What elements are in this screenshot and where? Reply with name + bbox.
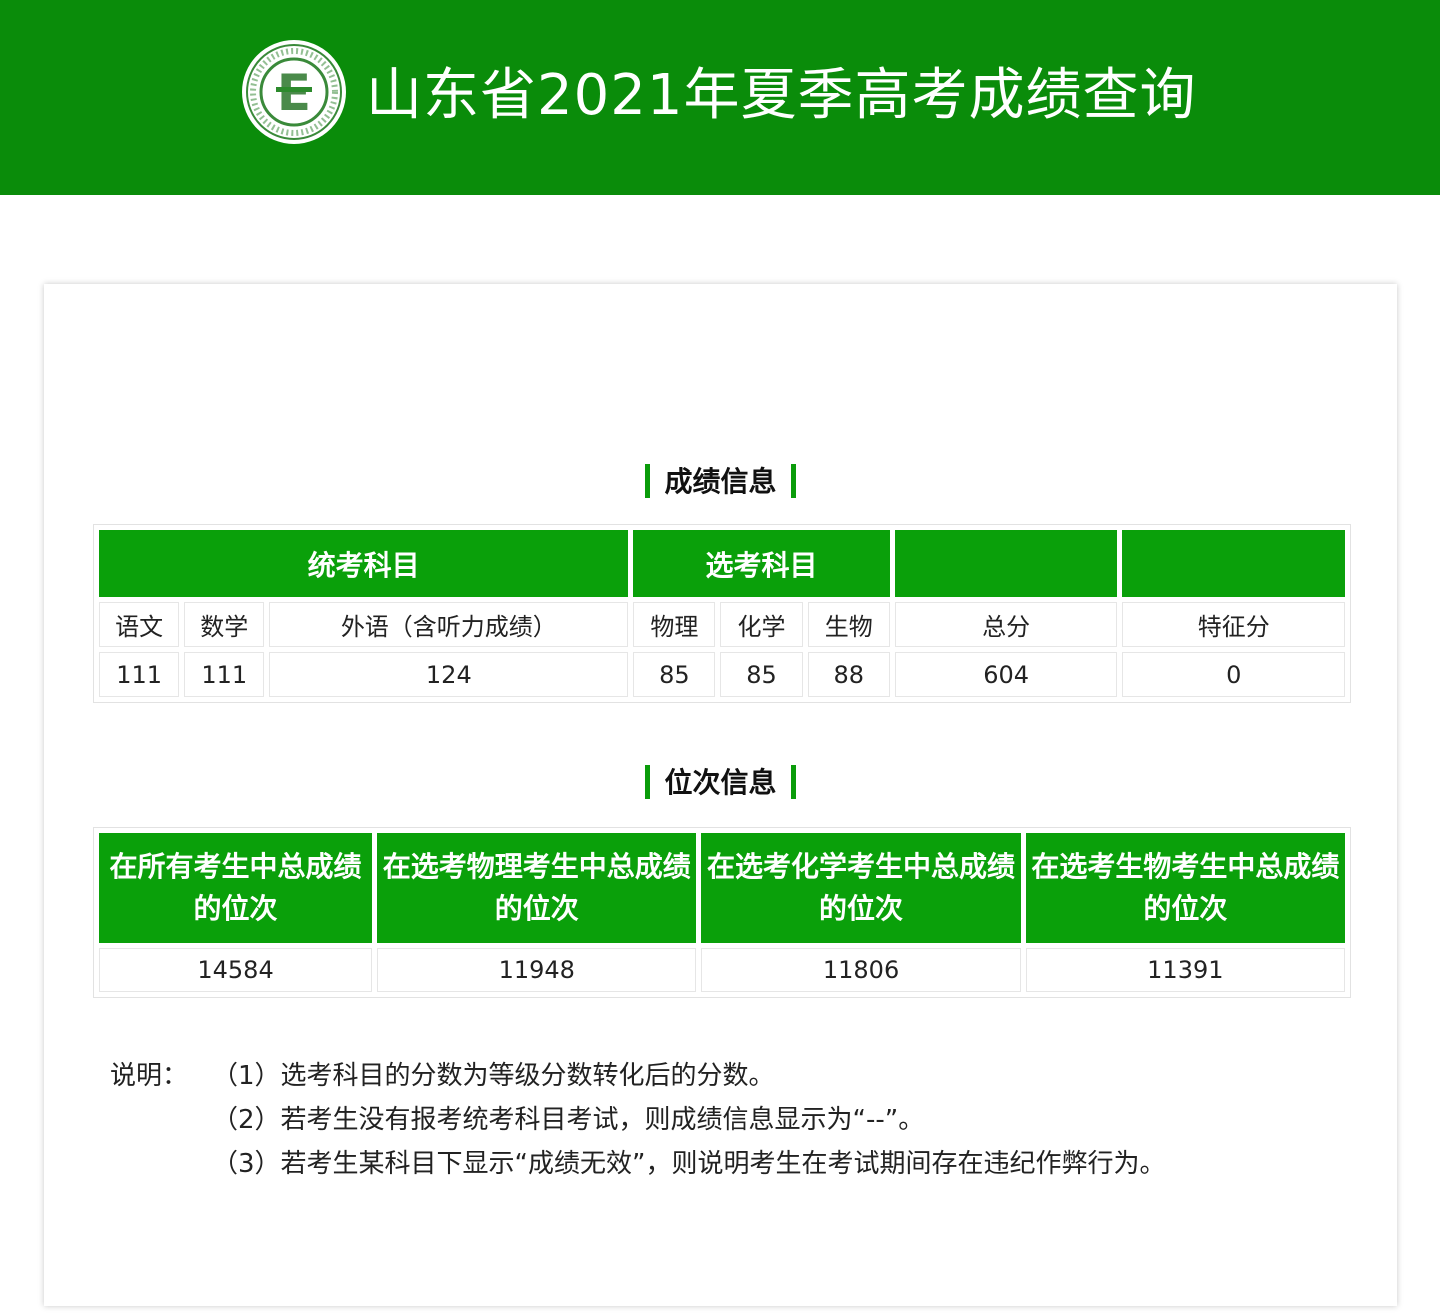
rank-chemistry-header: 在选考化学考生中总成绩的位次 <box>701 833 1021 943</box>
note-row-2: （2）若考生没有报考统考科目考试，则成绩信息显示为“--”。 <box>110 1098 1165 1142</box>
total-group-header <box>894 530 1118 597</box>
rank-section-heading: 位次信息 <box>44 763 1397 803</box>
score-math: 111 <box>184 652 265 697</box>
heading-bar-right <box>790 765 796 799</box>
col-total: 总分 <box>894 602 1118 647</box>
score-feature: 0 <box>1122 652 1345 697</box>
rank-physics-value: 11948 <box>377 948 697 992</box>
score-total: 604 <box>894 652 1118 697</box>
unified-subjects-header: 统考科目 <box>99 530 629 597</box>
note-row-3: （3）若考生某科目下显示“成绩无效”，则说明考生在考试期间存在违纪作弊行为。 <box>110 1142 1165 1186</box>
col-feature-score: 特征分 <box>1122 602 1345 647</box>
col-biology: 生物 <box>807 602 890 647</box>
heading-bar-left <box>645 464 651 498</box>
score-chemistry: 85 <box>720 652 803 697</box>
rank-chemistry-value: 11806 <box>701 948 1021 992</box>
col-physics: 物理 <box>633 602 716 647</box>
elective-subjects-header: 选考科目 <box>633 530 890 597</box>
notes-label: 说明： <box>110 1061 189 1091</box>
heading-bar-right <box>790 464 796 498</box>
score-table: 统考科目 选考科目 语文 数学 外语（含听力成绩） 物理 化学 生物 总分 特征… <box>93 524 1351 703</box>
rank-biology-header: 在选考生物考生中总成绩的位次 <box>1025 833 1345 943</box>
note-item: （2）若考生没有报考统考科目考试，则成绩信息显示为“--”。 <box>212 1105 925 1135</box>
site-header: E 山东省2021年夏季高考成绩查询 <box>0 0 1440 195</box>
note-item: （3）若考生某科目下显示“成绩无效”，则说明考生在考试期间存在违纪作弊行为。 <box>212 1149 1166 1179</box>
notes-block: 说明： （1）选考科目的分数为等级分数转化后的分数。 （2）若考生没有报考统考科目… <box>110 1054 1165 1186</box>
col-foreign-language: 外语（含听力成绩） <box>269 602 629 647</box>
col-chemistry: 化学 <box>720 602 803 647</box>
heading-bar-left <box>645 765 651 799</box>
rank-section-title: 位次信息 <box>664 766 777 799</box>
page-title: 山东省2021年夏季高考成绩查询 <box>366 63 1197 128</box>
feature-group-header <box>1122 530 1345 597</box>
score-section-heading: 成绩信息 <box>44 462 1397 502</box>
score-biology: 88 <box>807 652 890 697</box>
score-physics: 85 <box>633 652 716 697</box>
rank-physics-header: 在选考物理考生中总成绩的位次 <box>377 833 697 943</box>
note-item: （1）选考科目的分数为等级分数转化后的分数。 <box>212 1061 775 1091</box>
col-math: 数学 <box>184 602 265 647</box>
score-chinese: 111 <box>99 652 180 697</box>
note-row-1: 说明： （1）选考科目的分数为等级分数转化后的分数。 <box>110 1054 1165 1098</box>
score-section-title: 成绩信息 <box>664 465 777 498</box>
result-card: 成绩信息 统考科目 选考科目 语文 数学 外语（含听力成绩） 物理 化学 生物 … <box>44 284 1397 1306</box>
rank-table: 在所有考生中总成绩的位次 在选考物理考生中总成绩的位次 在选考化学考生中总成绩的… <box>93 827 1351 998</box>
score-foreign-language: 124 <box>269 652 629 697</box>
col-chinese: 语文 <box>99 602 180 647</box>
rank-biology-value: 11391 <box>1025 948 1345 992</box>
rank-all-header: 在所有考生中总成绩的位次 <box>99 833 373 943</box>
rank-all-value: 14584 <box>99 948 373 992</box>
logo-letter: E <box>277 64 311 122</box>
shandong-exam-logo-icon: E <box>240 38 348 146</box>
